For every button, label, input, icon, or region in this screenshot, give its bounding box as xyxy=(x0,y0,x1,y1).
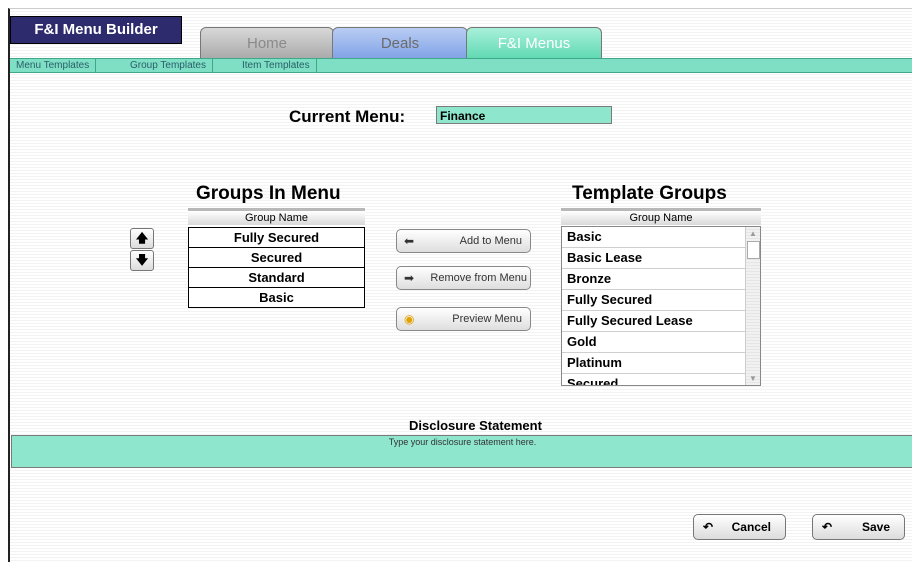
cancel-label: Cancel xyxy=(731,520,771,534)
current-menu-field[interactable]: Finance xyxy=(436,106,612,124)
add-to-menu-button[interactable]: ⬅ Add to Menu xyxy=(396,229,531,253)
scroll-thumb[interactable] xyxy=(747,241,760,259)
list-item[interactable]: Secured xyxy=(189,248,364,268)
list-item[interactable]: Secured xyxy=(562,374,746,385)
remove-from-menu-label: Remove from Menu xyxy=(430,272,527,284)
disclosure-input[interactable]: Type your disclosure statement here. xyxy=(11,435,912,468)
arrow-right-icon: ➡ xyxy=(404,271,415,285)
tab-deals[interactable]: Deals xyxy=(332,27,468,60)
disclosure-title: Disclosure Statement xyxy=(409,418,542,433)
list-item[interactable]: Basic xyxy=(189,288,364,307)
arrow-down-icon: 🡇 xyxy=(135,253,149,267)
save-button[interactable]: ↶ Save xyxy=(812,514,905,540)
move-up-button[interactable]: 🡅 xyxy=(130,228,154,249)
list-item[interactable]: Platinum xyxy=(562,353,746,374)
tab-fi-menus[interactable]: F&I Menus xyxy=(466,27,602,59)
groups-in-menu-list: Fully Secured Secured Standard Basic xyxy=(188,227,365,308)
undo-icon: ↶ xyxy=(703,520,714,534)
list-item[interactable]: Fully Secured xyxy=(562,290,746,311)
list-item[interactable]: Fully Secured xyxy=(189,228,364,248)
list-item[interactable]: Gold xyxy=(562,332,746,353)
groups-in-menu-title: Groups In Menu xyxy=(196,183,341,204)
list-item[interactable]: Bronze xyxy=(562,269,746,290)
remove-from-menu-button[interactable]: ➡ Remove from Menu xyxy=(396,266,531,290)
move-down-button[interactable]: 🡇 xyxy=(130,250,154,271)
subnav-group-templates[interactable]: Group Templates xyxy=(124,59,213,72)
current-menu-label: Current Menu: xyxy=(289,107,406,126)
template-groups-list[interactable]: Basic Basic Lease Bronze Fully Secured F… xyxy=(561,226,761,386)
preview-icon: ◉ xyxy=(404,312,415,326)
scroll-up-icon[interactable]: ▲ xyxy=(748,229,758,238)
arrow-left-icon: ⬅ xyxy=(404,234,415,248)
scroll-down-icon[interactable]: ▼ xyxy=(748,374,758,383)
save-icon: ↶ xyxy=(822,520,833,534)
sub-navigation: Menu Templates Group Templates Item Temp… xyxy=(10,58,912,73)
cancel-button[interactable]: ↶ Cancel xyxy=(693,514,786,540)
scrollbar[interactable]: ▲ ▼ xyxy=(745,227,760,385)
tab-home[interactable]: Home xyxy=(200,27,334,60)
list-item[interactable]: Fully Secured Lease xyxy=(562,311,746,332)
template-column-header: Group Name xyxy=(561,208,761,225)
list-item[interactable]: Basic Lease xyxy=(562,248,746,269)
preview-menu-button[interactable]: ◉ Preview Menu xyxy=(396,307,531,331)
arrow-up-icon: 🡅 xyxy=(135,231,149,245)
list-item[interactable]: Basic xyxy=(562,227,746,248)
save-label: Save xyxy=(861,520,890,534)
app-title: F&I Menu Builder xyxy=(10,16,182,44)
preview-menu-label: Preview Menu xyxy=(452,313,522,325)
subnav-menu-templates[interactable]: Menu Templates xyxy=(10,59,97,72)
groups-column-header: Group Name xyxy=(188,208,365,225)
add-to-menu-label: Add to Menu xyxy=(459,235,522,247)
list-item[interactable]: Standard xyxy=(189,268,364,288)
subnav-item-templates[interactable]: Item Templates xyxy=(236,59,317,72)
template-groups-title: Template Groups xyxy=(572,183,727,204)
